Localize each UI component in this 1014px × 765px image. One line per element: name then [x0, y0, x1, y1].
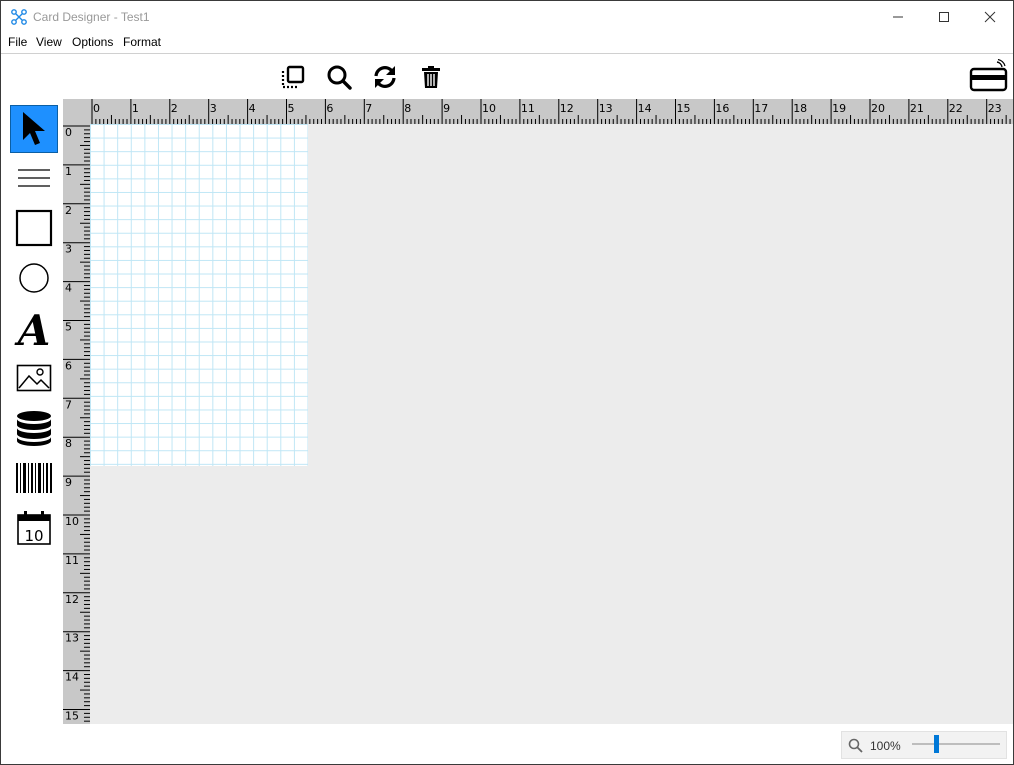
ruler-h-label: 10 — [482, 102, 496, 115]
ruler-h-label: 15 — [677, 102, 691, 115]
ruler-h-label: 16 — [715, 102, 729, 115]
horizontal-ruler: 0 1 2 3 4 5 6 7 8 9 10 11 12 13 14 15 16 17 18 19 20 21 22 23 — [63, 99, 1013, 124]
fit-selection-button[interactable] — [279, 63, 307, 91]
arrow-cursor-icon — [23, 112, 45, 145]
zoom-button[interactable] — [325, 63, 353, 91]
status-bar: 100% — [1, 724, 1013, 764]
card-designer-app-icon — [11, 9, 27, 25]
ruler-h-label: 13 — [599, 102, 613, 115]
window-title: Card Designer - Test1 — [33, 10, 150, 24]
ruler-v-label: 3 — [65, 243, 72, 256]
zoom-slider-thumb[interactable] — [934, 735, 939, 753]
ruler-h-label: 12 — [560, 102, 574, 115]
trash-icon — [422, 66, 440, 88]
ruler-h-label: 22 — [949, 102, 963, 115]
menu-bar: File View Options Format — [1, 33, 1013, 54]
circle-icon — [19, 263, 49, 293]
tool-text[interactable]: A — [10, 304, 58, 352]
ruler-v-label: 15 — [65, 710, 79, 723]
vertical-ruler: 0 1 2 3 4 5 6 7 8 9 10 11 12 13 14 15 — [63, 124, 90, 724]
menu-format[interactable]: Format — [123, 35, 161, 49]
image-icon — [16, 364, 52, 392]
minimize-icon — [893, 16, 903, 18]
ruler-h-label: 19 — [832, 102, 846, 115]
ruler-v-label: 12 — [65, 593, 79, 606]
ruler-v-label: 1 — [65, 165, 72, 178]
database-icon — [17, 411, 51, 446]
ruler-v-label: 10 — [65, 515, 79, 528]
ruler-h-label: 18 — [793, 102, 807, 115]
select-frame-icon — [281, 65, 305, 89]
ruler-v-label: 9 — [65, 476, 72, 489]
barcode-icon — [16, 463, 52, 493]
ruler-h-label: 6 — [326, 102, 333, 115]
tool-image[interactable] — [10, 354, 58, 402]
ruler-h-label: 1 — [132, 102, 139, 115]
ruler-h-label: 21 — [910, 102, 924, 115]
square-icon — [15, 209, 53, 247]
app-window: Card Designer - Test1 File View Options … — [0, 0, 1014, 765]
ruler-v-label: 14 — [65, 671, 79, 684]
letter-a-icon: A — [14, 307, 50, 349]
ruler-h-label: 5 — [288, 102, 295, 115]
refresh-button[interactable] — [371, 63, 399, 91]
tool-ellipse[interactable] — [10, 254, 58, 302]
menu-file[interactable]: File — [8, 35, 27, 49]
ruler-h-label: 2 — [171, 102, 178, 115]
sync-icon — [374, 66, 396, 88]
ruler-v-label: 0 — [65, 126, 72, 139]
zoom-control: 100% — [841, 731, 1007, 759]
ruler-h-label: 20 — [871, 102, 885, 115]
ruler-h-label: 4 — [249, 102, 256, 115]
ruler-v-label: 8 — [65, 437, 72, 450]
ruler-h-label: 17 — [754, 102, 768, 115]
tool-date[interactable]: 10 — [10, 504, 58, 552]
svg-text:10: 10 — [24, 527, 43, 545]
menu-view[interactable]: View — [36, 35, 62, 49]
card-settings-button[interactable] — [969, 58, 1009, 93]
tool-line[interactable] — [10, 154, 58, 202]
ruler-v-label: 7 — [65, 398, 72, 411]
ruler-h-label: 9 — [443, 102, 450, 115]
ruler-h-label: 23 — [988, 102, 1002, 115]
tool-rectangle[interactable] — [10, 204, 58, 252]
delete-button[interactable] — [417, 63, 445, 91]
tool-pointer[interactable] — [10, 105, 58, 153]
search-icon — [327, 65, 352, 90]
ruler-v-label: 4 — [65, 282, 72, 295]
title-bar: Card Designer - Test1 — [1, 1, 1013, 33]
maximize-button[interactable] — [921, 1, 967, 33]
lines-icon — [18, 169, 50, 187]
ruler-h-label: 11 — [521, 102, 535, 115]
ruler-h-label: 3 — [210, 102, 217, 115]
maximize-icon — [939, 12, 949, 22]
credit-card-contactless-icon — [969, 58, 1008, 92]
minimize-button[interactable] — [875, 1, 921, 33]
ruler-v-label: 13 — [65, 632, 79, 645]
ruler-v-label: 6 — [65, 359, 72, 372]
tool-database[interactable] — [10, 404, 58, 452]
close-icon — [984, 11, 996, 23]
ruler-v-label: 2 — [65, 204, 72, 217]
ruler-h-label: 14 — [638, 102, 652, 115]
card-surface[interactable] — [90, 124, 308, 466]
design-canvas[interactable] — [90, 124, 1013, 724]
tool-barcode[interactable] — [10, 454, 58, 502]
menu-options[interactable]: Options — [72, 35, 113, 49]
zoom-slider-track[interactable] — [912, 743, 1000, 745]
zoom-icon — [848, 738, 863, 753]
ruler-h-label: 8 — [404, 102, 411, 115]
close-button[interactable] — [967, 1, 1013, 33]
ruler-v-label: 11 — [65, 554, 79, 567]
toolbox: A 10 — [7, 104, 61, 564]
svg-text:A: A — [14, 307, 50, 349]
ruler-h-label: 7 — [365, 102, 372, 115]
ruler-h-label: 0 — [93, 102, 100, 115]
calendar-icon: 10 — [17, 511, 51, 545]
ruler-v-label: 5 — [65, 321, 72, 334]
zoom-level-label: 100% — [870, 739, 901, 753]
